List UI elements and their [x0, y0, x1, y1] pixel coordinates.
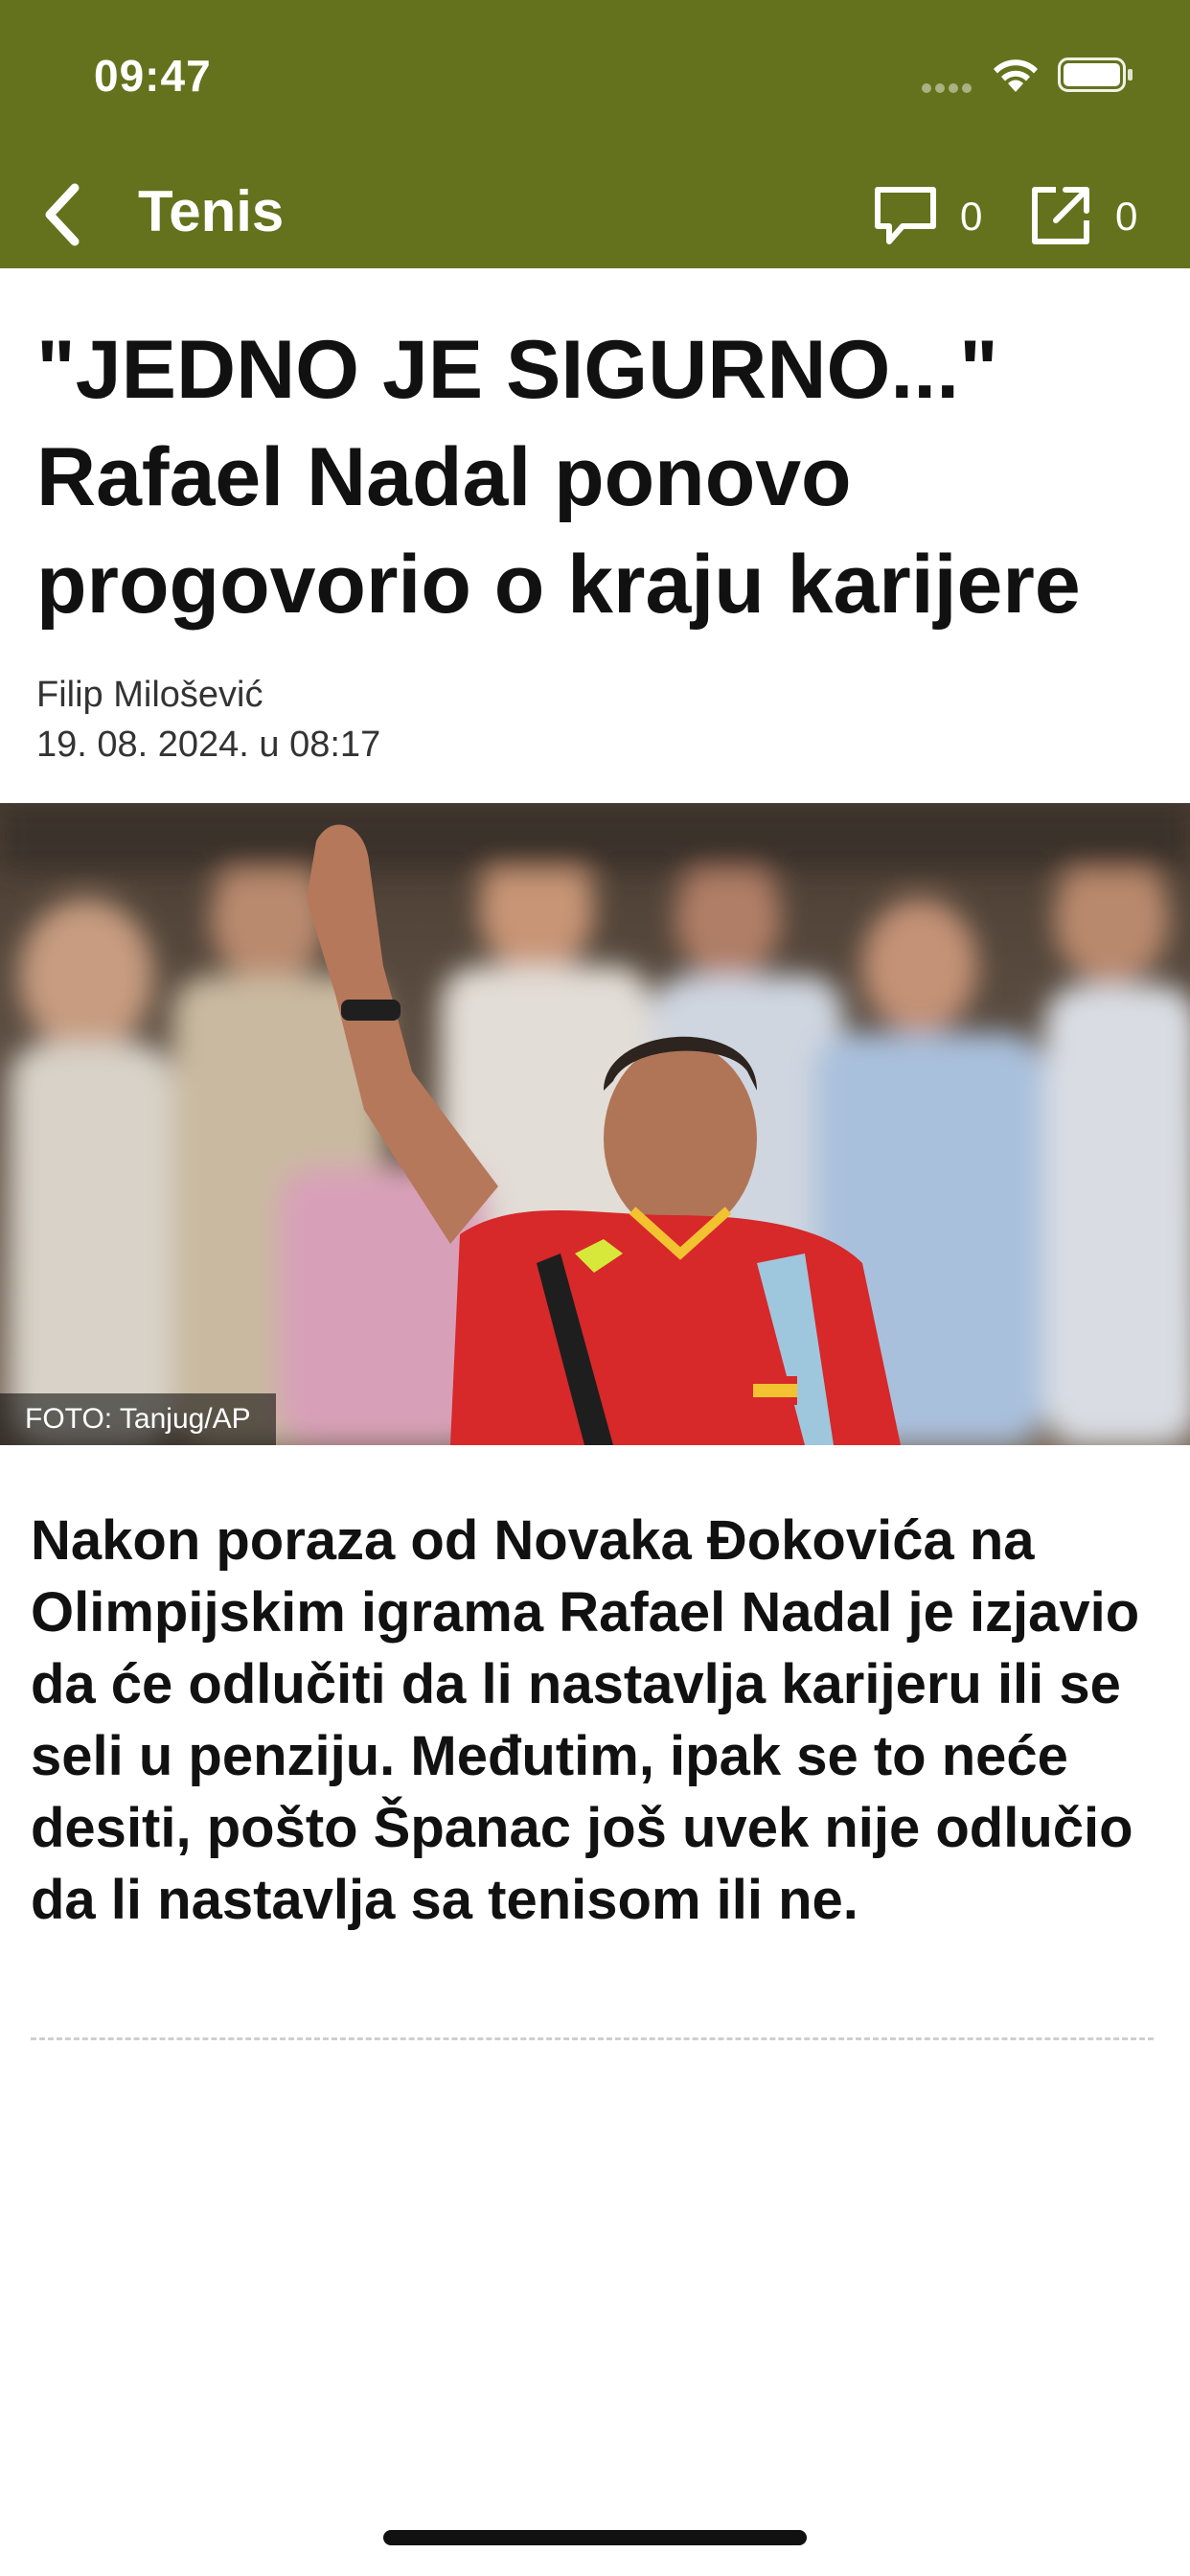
- share-count[interactable]: 0: [1115, 194, 1137, 240]
- wifi-icon: [994, 59, 1038, 92]
- article-screen: 09:47 Tenis 0 0 "JEDNO JE SIGURNO..." Ra…: [0, 0, 1190, 2576]
- back-chevron-icon[interactable]: [36, 178, 90, 251]
- comments-count[interactable]: 0: [960, 194, 982, 240]
- article-photo[interactable]: FOTO: Tanjug/AP: [0, 803, 1190, 1445]
- cellular-signal-icon: [922, 80, 975, 93]
- top-bar: 09:47 Tenis 0 0: [0, 0, 1190, 268]
- section-title: Tenis: [138, 179, 285, 243]
- article-date: 19. 08. 2024. u 08:17: [36, 724, 381, 765]
- divider: [31, 2037, 1154, 2040]
- article-headline: "JEDNO JE SIGURNO..." Rafael Nadal ponov…: [36, 324, 1081, 631]
- photo-credit: FOTO: Tanjug/AP: [0, 1393, 276, 1445]
- article-author[interactable]: Filip Milošević: [36, 675, 263, 716]
- home-indicator[interactable]: [383, 2530, 807, 2545]
- share-icon[interactable]: [1027, 182, 1094, 249]
- article-lead: Nakon poraza od Novaka Đokovića na Olimp…: [31, 1509, 1140, 1931]
- photo-illustration: [0, 803, 1190, 1445]
- battery-icon: [1058, 58, 1133, 92]
- comments-icon[interactable]: [872, 184, 939, 247]
- status-time: 09:47: [94, 51, 212, 101]
